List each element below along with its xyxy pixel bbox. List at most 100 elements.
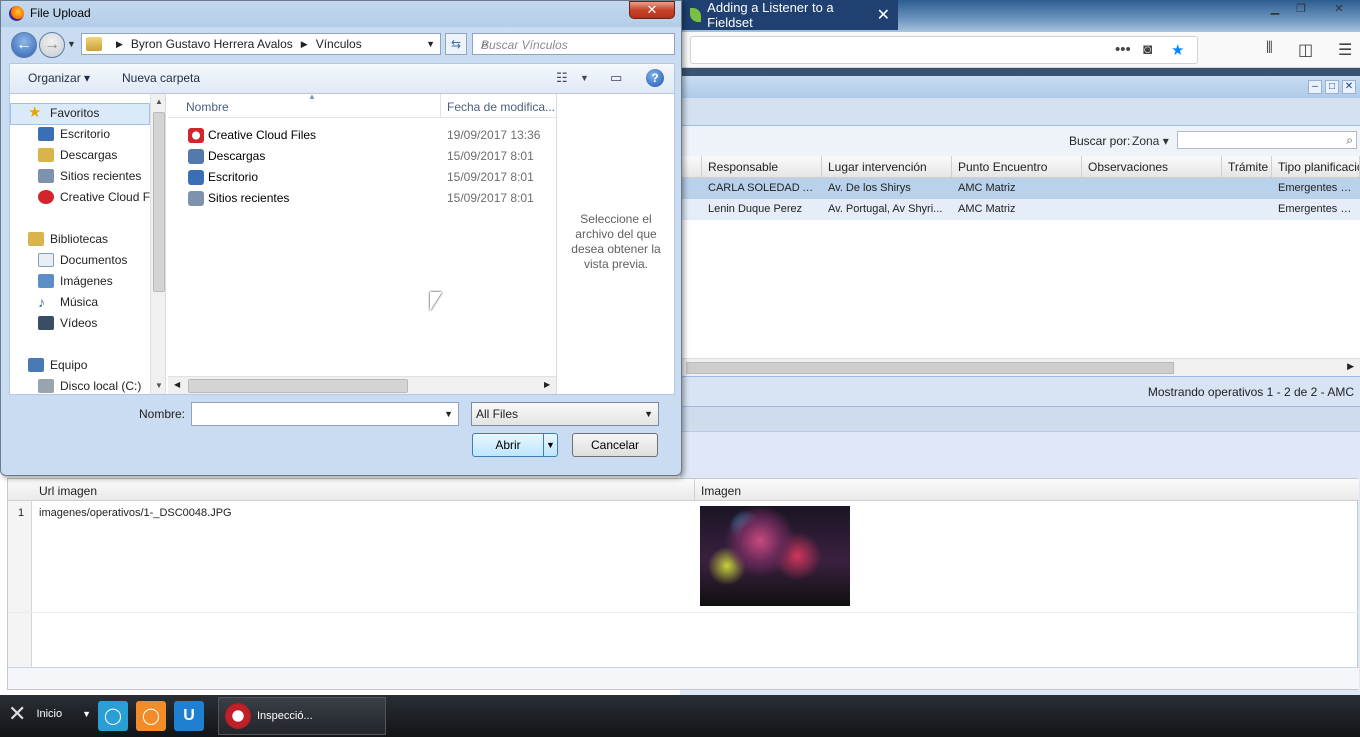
view-options-icon[interactable]: ☷ [556,70,568,86]
nav-item-musica[interactable]: ♪ Música [38,295,98,309]
operativo-photo[interactable] [700,506,850,606]
menu-icon[interactable]: ☰ [1338,40,1352,60]
search-field-combo[interactable]: Zona ▾ [1132,134,1169,148]
nav-item-descargas[interactable]: Descargas [38,148,117,162]
library-icon[interactable]: ⫴ [1266,40,1273,58]
column-header-responsable[interactable]: Responsable [702,156,822,178]
scrollbar-thumb[interactable] [188,379,408,393]
history-dropdown-icon[interactable]: ▼ [67,39,76,49]
chevron-down-icon[interactable]: ▼ [644,409,653,419]
scroll-up-icon[interactable]: ▲ [155,97,163,106]
nav-item-creative-cloud[interactable]: Creative Cloud Fi [38,190,153,204]
grid-horizontal-scrollbar[interactable]: ▶ [680,358,1360,376]
scroll-right-icon[interactable]: ▶ [544,380,550,389]
app-maximize-icon[interactable]: □ [1325,80,1339,94]
cancel-button[interactable]: Cancelar [572,433,658,457]
scrollbar-thumb[interactable] [153,112,165,292]
refresh-button[interactable]: ⇆ [445,33,467,55]
file-list: Nombre ▲ Fecha de modifica... Creative C… [168,92,556,394]
organize-button[interactable]: Organizar ▾ [28,71,90,85]
column-header-nombre[interactable]: Nombre [186,100,229,114]
tab-close-icon[interactable]: ✕ [877,5,890,25]
dialog-close-button[interactable]: ✕ [629,1,675,19]
maximize-icon[interactable]: ❐ [1288,0,1314,16]
dialog-title: File Upload [30,6,91,20]
column-header-lugar[interactable]: Lugar intervención [822,156,952,178]
column-header-punto[interactable]: Punto Encuentro [952,156,1082,178]
nav-vertical-scrollbar[interactable]: ▲ ▼ [150,94,165,394]
file-type-select[interactable]: All Files ▼ [471,402,659,426]
scrollbar-thumb[interactable] [686,362,1174,374]
bookmark-star-icon[interactable]: ★ [1171,41,1184,59]
search-input[interactable]: ⌕ [1177,131,1357,149]
preview-pane-icon[interactable]: ▭ [610,70,622,86]
taskbar-app-q-blue[interactable]: ◯ [98,701,128,731]
chevron-down-icon[interactable]: ▼ [444,409,453,419]
nav-item-imagenes[interactable]: Imágenes [38,274,113,288]
help-icon[interactable]: ? [646,69,664,87]
nav-item-sitios-recientes[interactable]: Sitios recientes [38,169,141,183]
nav-computer[interactable]: Equipo [28,358,87,372]
breadcrumb-vinculos[interactable]: Vínculos [316,37,362,51]
tab-active[interactable]: Adding a Listener to a Fieldset ✕ [680,0,898,30]
dialog-titlebar: File Upload ✕ [1,1,681,27]
scroll-left-icon[interactable]: ◀ [174,380,180,389]
chevron-down-icon[interactable]: ▼ [426,39,435,49]
search-icon[interactable]: ⌕ [481,36,670,52]
paging-status: Mostrando operativos 1 - 2 de 2 - AMC [1147,385,1354,399]
minimize-icon[interactable]: ▁ [1262,0,1288,16]
nav-item-disco-local[interactable]: Disco local (C:) [38,379,141,393]
page-actions-icon[interactable]: ••• [1115,41,1131,58]
scroll-down-icon[interactable]: ▼ [155,381,163,390]
column-header-tipo[interactable]: Tipo planificació [1272,156,1360,178]
chevron-down-icon[interactable]: ▼ [580,73,589,83]
taskbar-app-u[interactable]: U [174,701,204,731]
column-header-observaciones[interactable]: Observaciones [1082,156,1222,178]
back-button[interactable]: ← [11,32,37,58]
nav-favorites[interactable]: ★ Favoritos [28,105,99,120]
inspeccion-app-icon [225,703,251,729]
start-button[interactable]: ✕ Inicio ▼ [8,701,91,727]
search-input[interactable]: Buscar Vínculos ⌕ [472,33,675,55]
column-header-tramite[interactable]: Trámite [1222,156,1272,178]
url-bar[interactable]: ••• ◙ ★ [690,36,1198,64]
nav-item-videos[interactable]: Vídeos [38,316,97,330]
filename-input[interactable]: ▼ [191,402,459,426]
chevron-right-icon[interactable]: ▶ [301,39,308,50]
column-header-hidden[interactable] [680,156,702,178]
file-row[interactable]: Creative Cloud Files 19/09/2017 13:36 [168,125,556,146]
column-header-url[interactable]: Url imagen [39,484,97,498]
column-header-imagen[interactable]: Imagen [701,484,741,498]
open-options-icon[interactable]: ▼ [543,434,557,456]
scroll-right-icon[interactable]: ▶ [1347,361,1354,372]
breadcrumb-user[interactable]: Byron Gustavo Herrera Avalos [131,37,293,51]
search-icon[interactable]: ⌕ [1346,133,1353,148]
shortcut-folder-icon [188,149,204,164]
nav-item-escritorio[interactable]: Escritorio [38,127,110,141]
table-row[interactable]: imagenes/operativos/1-_DSC0048.JPG [8,501,1359,613]
chevron-down-icon[interactable]: ▼ [82,709,91,719]
file-row[interactable]: Escritorio 15/09/2017 8:01 [168,167,556,188]
file-list-horizontal-scrollbar[interactable]: ◀ ▶ [168,376,556,394]
music-icon: ♪ [38,294,45,310]
forward-button[interactable]: → [39,32,65,58]
file-row[interactable]: Sitios recientes 15/09/2017 8:01 [168,188,556,209]
nav-libraries[interactable]: Bibliotecas [28,232,108,246]
taskbar-app-q-orange[interactable]: ◯ [136,701,166,731]
address-bar: ← → ▼ ▶ Byron Gustavo Herrera Avalos ▶ V… [9,30,675,58]
chevron-right-icon[interactable]: ▶ [116,39,123,50]
app-close-icon[interactable]: ✕ [1342,80,1356,94]
new-folder-button[interactable]: Nueva carpeta [122,71,200,85]
breadcrumb[interactable]: ▶ Byron Gustavo Herrera Avalos ▶ Vínculo… [81,33,441,55]
taskbar-task-inspeccion[interactable]: Inspecció... [218,697,386,735]
nav-item-documentos[interactable]: Documentos [38,253,127,267]
open-button[interactable]: Abrir ▼ [472,433,558,457]
column-header-fecha[interactable]: Fecha de modifica... [447,100,555,114]
table-row[interactable]: CARLA SOLEDAD A... Av. De los Shirys AMC… [680,178,1360,199]
window-close-icon[interactable]: ✕ [1326,0,1352,16]
sidebar-icon[interactable]: ◫ [1298,40,1313,60]
pocket-icon[interactable]: ◙ [1143,41,1152,58]
file-row[interactable]: Descargas 15/09/2017 8:01 [168,146,556,167]
table-row[interactable]: Lenin Duque Perez Av. Portugal, Av Shyri… [680,199,1360,220]
app-minimize-icon[interactable]: – [1308,80,1322,94]
